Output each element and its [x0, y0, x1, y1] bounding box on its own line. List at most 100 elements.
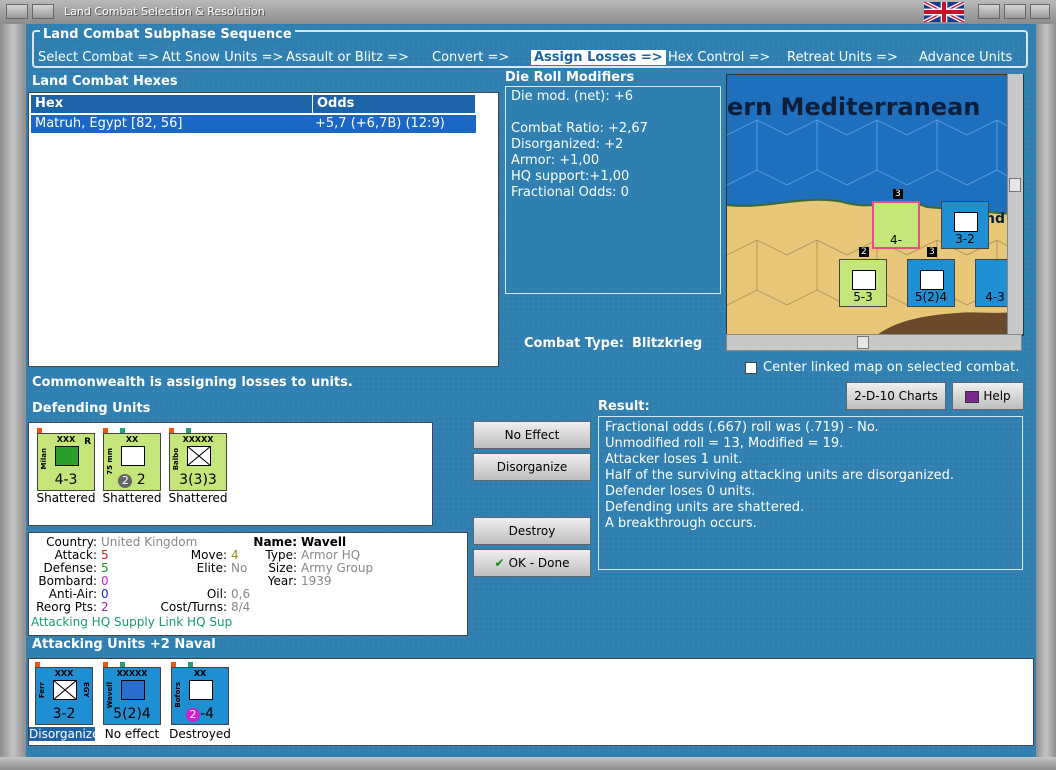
die-line: Die mod. (net): +6: [511, 89, 634, 104]
infantry-symbol-icon: [53, 680, 77, 700]
restore-button[interactable]: [978, 4, 1000, 19]
unit-marker: [103, 662, 108, 667]
map-stack-count: 3: [927, 247, 937, 257]
size-value: Army Group: [301, 561, 374, 575]
help-button-label: Help: [983, 389, 1011, 403]
center-map-checkbox[interactable]: [745, 362, 757, 374]
type-label: Type:: [265, 548, 297, 562]
unit-name: Milan: [40, 448, 48, 470]
result-line: Fractional odds (.667) roll was (.719) -…: [605, 420, 879, 435]
scroll-thumb[interactable]: [1009, 178, 1021, 192]
attack-label: Attack:: [54, 548, 97, 562]
year-label: Year:: [267, 574, 297, 588]
phase-retreat-units[interactable]: Retreat Units =>: [787, 50, 898, 65]
unit-size: XX: [125, 435, 139, 444]
minimize-button[interactable]: [32, 4, 54, 19]
unit-status: No effect: [104, 727, 160, 741]
country-value: United Kingdom: [101, 535, 198, 549]
phase-assault-or-blitz[interactable]: Assault or Blitz =>: [286, 50, 409, 65]
phase-select-combat[interactable]: Select Combat =>: [38, 50, 159, 65]
attacking-unit-counter[interactable]: XX Bofors 2 -4: [171, 662, 229, 725]
reorg-label: Reorg Pts:: [36, 600, 97, 614]
unit-name: Ferr: [38, 682, 46, 699]
armor-symbol-icon: [55, 446, 79, 466]
phase-advance-units[interactable]: Advance Units: [919, 50, 1012, 65]
antiair-value: 0: [101, 587, 109, 601]
anti-air-symbol-icon: [189, 680, 213, 700]
unit-strength: 4-3: [54, 472, 78, 488]
result-title: Result:: [598, 399, 650, 414]
attacking-unit-counter[interactable]: XXXXX Wavell 5(2)4: [103, 662, 161, 725]
unit-status: Shattered: [168, 491, 228, 505]
ok-done-label: OK - Done: [508, 556, 570, 570]
destroy-button[interactable]: Destroy: [473, 517, 591, 545]
table-row[interactable]: Matruh, Egypt [82, 56] +5,7 (+6,7B) (12:…: [31, 115, 476, 133]
name-label: Name:: [253, 535, 297, 549]
map-unit-counter[interactable]: 4-: [872, 201, 920, 249]
col-header-hex[interactable]: Hex: [31, 95, 313, 113]
die-line: Fractional Odds: 0: [511, 185, 629, 200]
cost-value: 8/4: [231, 600, 251, 614]
maximize-button[interactable]: [1004, 4, 1026, 19]
elite-label: Elite:: [196, 561, 227, 575]
map-unit-counter[interactable]: 5(2)4: [907, 259, 955, 307]
phase-assign-losses[interactable]: Assign Losses =>: [531, 50, 666, 65]
die-modifiers-title: Die Roll Modifiers: [505, 70, 635, 85]
map-unit-counter[interactable]: 5-3: [839, 259, 887, 307]
bombard-value: 0: [101, 574, 109, 588]
defending-units-box: XXX R Milan 4-3 Shattered XX 75 mm 2 2 S…: [28, 422, 433, 526]
defending-title: Defending Units: [32, 401, 151, 416]
defending-unit-counter[interactable]: XX 75 mm 2 2: [103, 428, 161, 491]
unit-strength: 4: [205, 706, 214, 722]
unit-marker: [188, 662, 193, 667]
reorg-value: 2: [101, 600, 109, 614]
map-unit-strength: 5-3: [853, 290, 873, 304]
title-bar: Land Combat Selection & Resolution: [0, 0, 1056, 25]
disorganize-button[interactable]: Disorganize: [473, 453, 591, 481]
attacking-units-box: XXX Ferr EGY 3-2 Disorganized XXXXX Wave…: [28, 658, 1034, 746]
defending-unit-counter[interactable]: XXXXX Balbo 3(3)3: [169, 428, 227, 491]
defense-value: 5: [101, 561, 109, 575]
year-value: 1939: [301, 574, 332, 588]
unit-side: EGY: [82, 682, 90, 698]
checkmark-icon: ✔: [494, 556, 505, 570]
charts-button[interactable]: 2-D-10 Charts: [846, 382, 946, 410]
help-button[interactable]: Help: [952, 382, 1024, 410]
oil-label: Oil:: [206, 587, 227, 601]
oil-value: 0,6: [231, 587, 251, 601]
antiair-label: Anti-Air:: [48, 587, 97, 601]
country-label: Country:: [46, 535, 97, 549]
result-line: Half of the surviving attacking units ar…: [605, 468, 955, 483]
close-button[interactable]: [1030, 4, 1050, 19]
unit-symbol: [920, 270, 944, 290]
phase-att-snow-units[interactable]: Att Snow Units =>: [162, 50, 283, 65]
phase-convert[interactable]: Convert =>: [432, 50, 509, 65]
col-header-odds[interactable]: Odds: [313, 95, 476, 113]
phase-hex-control[interactable]: Hex Control =>: [668, 50, 770, 65]
unit-badge: 2: [186, 708, 200, 722]
cell-odds: +5,7 (+6,7B) (12:9): [315, 116, 445, 131]
bottom-rail: [0, 757, 1056, 770]
result-line: Attacker loses 1 unit.: [605, 452, 743, 467]
info-footer: Attacking HQ Supply Link HQ Sup: [31, 615, 233, 629]
die-line: Combat Ratio: +2,67: [511, 121, 648, 136]
ok-done-button[interactable]: ✔ OK - Done: [473, 549, 591, 577]
unit-marker: [35, 662, 40, 667]
scroll-thumb[interactable]: [857, 336, 869, 349]
unit-marker: [120, 662, 125, 667]
size-label: Size:: [268, 561, 297, 575]
map-horizontal-scrollbar[interactable]: [726, 334, 1022, 351]
die-line: [511, 105, 715, 121]
map-unit-counter[interactable]: 3-2: [941, 201, 989, 249]
unit-symbol: [852, 270, 876, 290]
map-sea-label: ern Mediterranean: [727, 93, 981, 121]
map-vertical-scrollbar[interactable]: [1007, 74, 1023, 334]
system-menu-button[interactable]: [6, 4, 28, 19]
unit-badge: 2: [118, 474, 133, 488]
attacking-unit-counter[interactable]: XXX Ferr EGY 3-2: [35, 662, 93, 725]
no-effect-button[interactable]: No Effect: [473, 421, 591, 449]
result-line: Unmodified roll = 13, Modified = 19.: [605, 436, 844, 451]
linked-map[interactable]: ern Mediterranean nd 4- 3 3-2 5-3 2 5(2)…: [726, 74, 1024, 336]
defending-unit-counter[interactable]: XXX R Milan 4-3: [37, 428, 95, 491]
attack-value: 5: [101, 548, 109, 562]
